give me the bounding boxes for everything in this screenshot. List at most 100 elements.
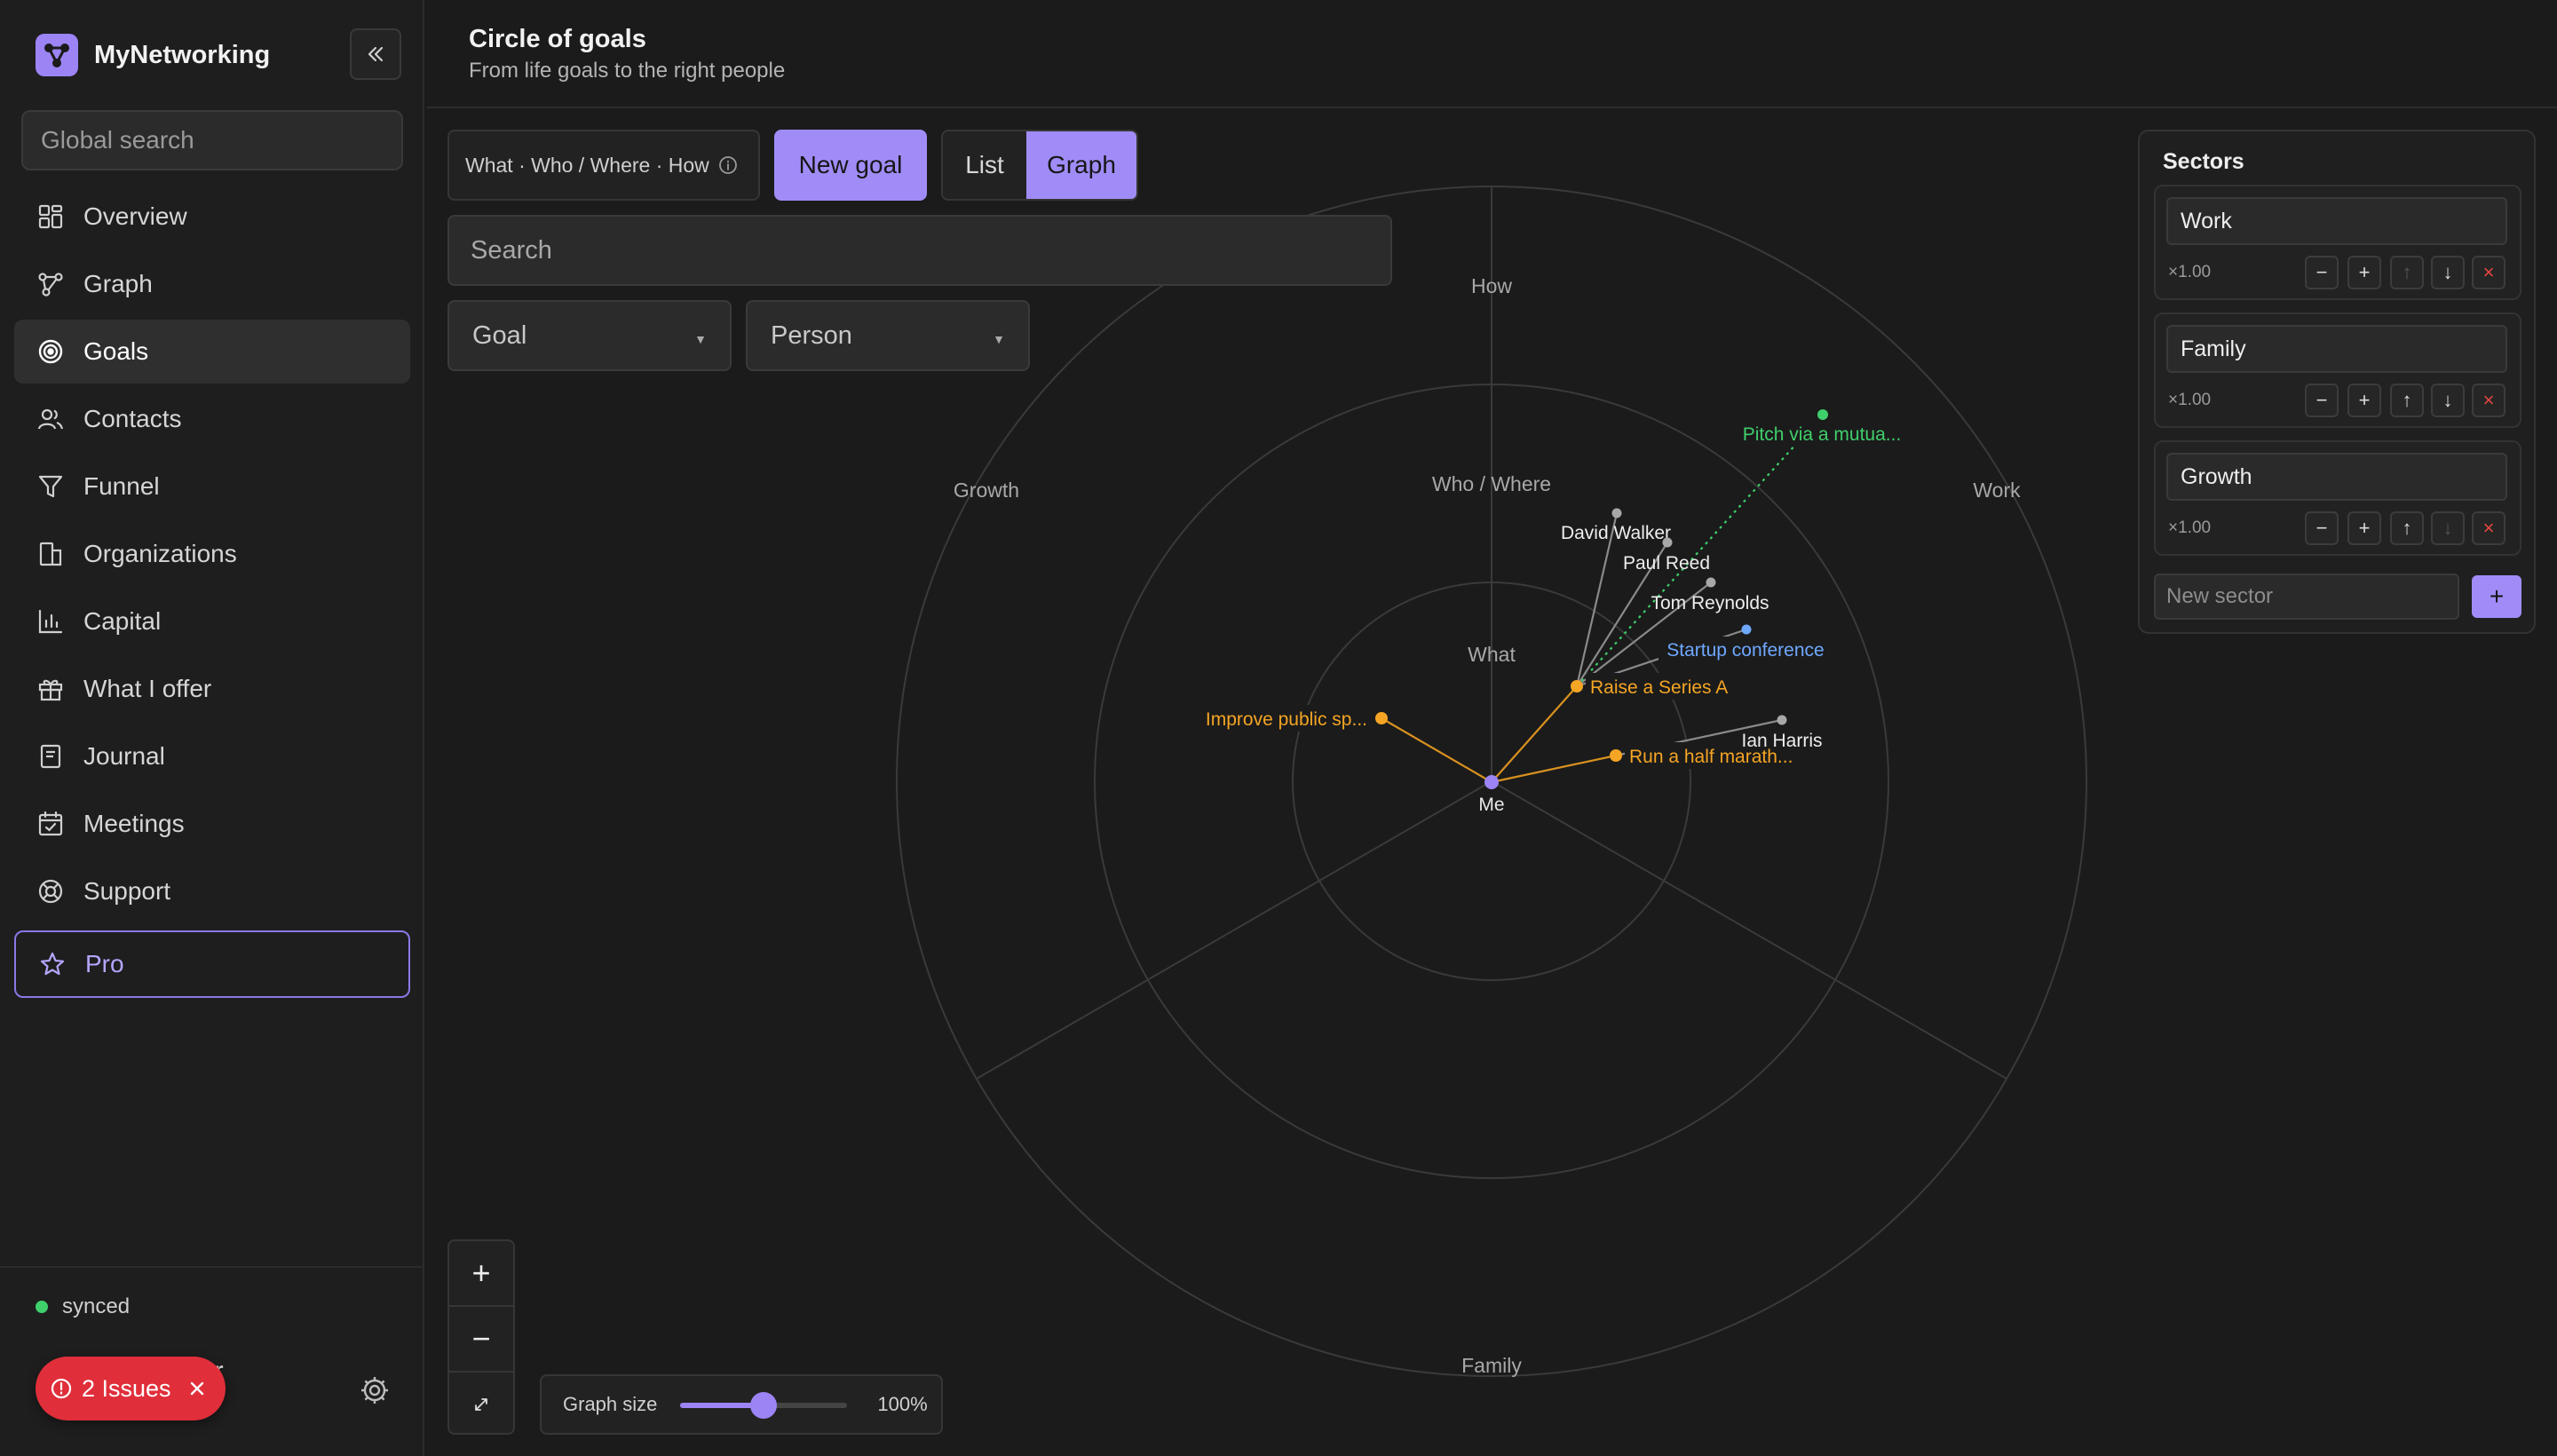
node-goal-series-a-label: Raise a Series A [1590, 677, 1728, 698]
increase-weight-button[interactable]: + [2347, 511, 2381, 545]
sidebar-item-label: Support [83, 877, 171, 905]
goal-filter-select[interactable]: Goal ▼ [447, 300, 732, 371]
sidebar-item-meetings[interactable]: Meetings [14, 792, 410, 856]
zoom-in-button[interactable]: + [449, 1241, 513, 1305]
new-sector-input[interactable]: New sector [2154, 574, 2459, 620]
person-filter-select[interactable]: Person ▼ [746, 300, 1030, 371]
sidebar-item-graph[interactable]: Graph [14, 252, 410, 316]
node-person-paul-reed-label: Paul Reed [1623, 553, 1710, 574]
increase-weight-button[interactable]: + [2347, 256, 2381, 289]
page-title: Circle of goals [469, 25, 646, 53]
sidebar-divider [0, 1266, 424, 1268]
info-icon[interactable] [718, 155, 738, 175]
sector-divider-right [1491, 780, 2007, 1080]
sector-card-family: Family ×1.00 − + ↑ ↓ × [2154, 313, 2521, 428]
issues-badge[interactable]: 2 Issues [36, 1357, 226, 1420]
ring-legend-chip[interactable]: What · Who / Where · How [447, 130, 760, 201]
sector-divider-left [976, 780, 1492, 1080]
sidebar-item-support[interactable]: Support [14, 859, 410, 923]
collapse-sidebar-button[interactable] [350, 28, 401, 80]
sidebar-item-overview[interactable]: Overview [14, 185, 410, 249]
grid-icon [36, 202, 66, 232]
zoom-out-button[interactable]: − [449, 1307, 513, 1371]
node-person-david-walker-label: David Walker [1561, 523, 1671, 543]
sidebar-item-funnel[interactable]: Funnel [14, 455, 410, 518]
star-icon [37, 949, 67, 979]
node-goal-public-speaking[interactable]: Improve public sp... [1200, 705, 1388, 732]
sync-dot-icon [36, 1301, 48, 1313]
sidebar-item-label: Overview [83, 202, 187, 230]
expand-icon [475, 1398, 487, 1411]
increase-weight-button[interactable]: + [2347, 384, 2381, 417]
delete-sector-button[interactable]: × [2472, 384, 2506, 417]
search-input[interactable]: Search [447, 215, 1392, 286]
sector-card-work: Work ×1.00 − + ↑ ↓ × [2154, 185, 2521, 300]
sidebar-item-capital[interactable]: Capital [14, 590, 410, 653]
sidebar-item-contacts[interactable]: Contacts [14, 387, 410, 451]
move-up-button[interactable]: ↑ [2390, 256, 2424, 289]
sidebar-item-label: Organizations [83, 540, 237, 567]
node-me[interactable]: Me [1478, 775, 1505, 815]
delete-sector-button[interactable]: × [2472, 256, 2506, 289]
node-place-startup-conference-label: Startup conference [1666, 640, 1824, 661]
brand-logo-icon [36, 34, 78, 76]
sidebar-item-label: Journal [83, 742, 165, 770]
move-down-button[interactable]: ↓ [2431, 511, 2465, 545]
sector-name-input[interactable]: Family [2166, 325, 2507, 373]
ring-legend-label: What · Who / Where · How [465, 153, 709, 177]
move-up-button[interactable]: ↑ [2390, 511, 2424, 545]
slider-thumb[interactable] [750, 1392, 778, 1419]
close-icon[interactable] [187, 1379, 207, 1398]
graph-size-slider[interactable] [680, 1391, 848, 1419]
decrease-weight-button[interactable]: − [2305, 511, 2339, 545]
brand-name: MyNetworking [94, 40, 271, 69]
node-person-david-walker[interactable]: David Walker [1561, 508, 1671, 544]
node-person-tom-reynolds[interactable]: Tom Reynolds [1651, 577, 1769, 614]
node-goal-series-a[interactable]: Raise a Series A [1571, 673, 1731, 700]
node-place-startup-conference[interactable]: Startup conference [1658, 624, 1833, 664]
sidebar-item-goals[interactable]: Goals [14, 320, 410, 384]
move-down-button[interactable]: ↓ [2431, 384, 2465, 417]
sidebar-item-what-i-offer[interactable]: What I offer [14, 657, 410, 721]
node-person-ian-harris[interactable]: Ian Harris [1741, 715, 1823, 752]
edge-me-public-speaking [1381, 717, 1492, 783]
graph-size-value: 100% [877, 1393, 928, 1415]
sidebar-item-label: Funnel [83, 472, 160, 500]
sync-status-label: synced [62, 1294, 131, 1318]
move-up-button[interactable]: ↑ [2390, 384, 2424, 417]
fit-view-button[interactable] [449, 1373, 513, 1436]
sector-name-input[interactable]: Growth [2166, 453, 2507, 501]
sidebar-item-pro[interactable]: Pro [14, 930, 410, 998]
view-list-button[interactable]: List [943, 131, 1026, 199]
add-sector-button[interactable]: + [2472, 575, 2521, 618]
node-person-ian-harris-label: Ian Harris [1741, 731, 1822, 751]
new-goal-button[interactable]: New goal [774, 130, 927, 201]
sector-name-input[interactable]: Work [2166, 197, 2507, 245]
users-icon [36, 404, 66, 434]
sidebar-item-journal[interactable]: Journal [14, 724, 410, 788]
delete-sector-button[interactable]: × [2472, 511, 2506, 545]
brand[interactable]: MyNetworking [36, 34, 270, 76]
node-how-pitch[interactable]: Pitch via a mutua... [1737, 409, 1911, 447]
chevrons-left-icon [368, 46, 384, 62]
target-icon [36, 336, 66, 367]
move-down-button[interactable]: ↓ [2431, 256, 2465, 289]
sidebar-item-label: Contacts [83, 405, 182, 432]
node-how-pitch-label: Pitch via a mutua... [1743, 424, 1902, 445]
caret-down-icon: ▼ [993, 332, 1005, 346]
sidebar-item-label: What I offer [83, 675, 212, 702]
ring-label-who-where: Who / Where [1432, 472, 1551, 495]
view-graph-button[interactable]: Graph [1026, 131, 1136, 199]
decrease-weight-button[interactable]: − [2305, 384, 2339, 417]
settings-button[interactable] [357, 1373, 392, 1408]
global-search-input[interactable]: Global search [21, 110, 403, 170]
edge-me-series-a [1491, 685, 1578, 783]
sector-card-growth: Growth ×1.00 − + ↑ ↓ × [2154, 440, 2521, 556]
zoom-controls: + − [447, 1239, 515, 1435]
bar-chart-icon [36, 606, 66, 637]
node-person-tom-reynolds-label: Tom Reynolds [1651, 593, 1769, 613]
sidebar-item-organizations[interactable]: Organizations [14, 522, 410, 586]
decrease-weight-button[interactable]: − [2305, 256, 2339, 289]
view-toggle: List Graph [941, 130, 1138, 201]
ring-label-what: What [1468, 643, 1516, 666]
